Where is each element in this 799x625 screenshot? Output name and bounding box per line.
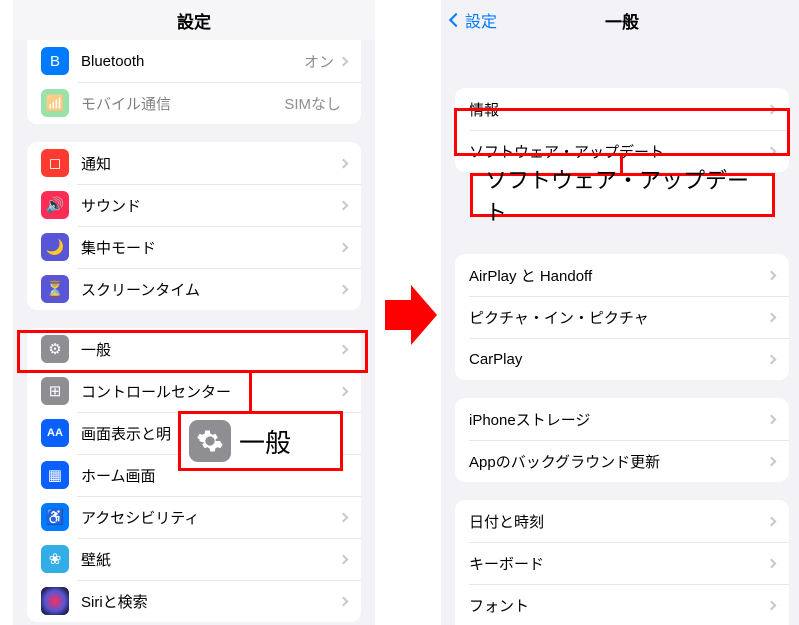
general-group-2: AirPlay と Handoff ピクチャ・イン・ピクチャ CarPlay	[455, 254, 789, 380]
row-label: アクセシビリティ	[81, 507, 340, 528]
general-icon: ⚙	[41, 335, 69, 363]
general-group-4: 日付と時刻 キーボード フォント 言語と地域	[455, 500, 789, 625]
chevron-right-icon	[767, 146, 777, 156]
settings-header: 設定	[13, 0, 375, 40]
row-screentime[interactable]: ⏳ スクリーンタイム	[27, 268, 361, 310]
chevron-right-icon	[339, 512, 349, 522]
display-icon: AA	[41, 419, 69, 447]
row-cellular[interactable]: 📶 モバイル通信 SIMなし	[27, 82, 361, 124]
row-label: 情報	[469, 99, 768, 120]
connector-line	[249, 373, 252, 413]
row-label: Bluetooth	[81, 53, 304, 70]
row-font[interactable]: フォント	[455, 584, 789, 625]
row-label: 集中モード	[81, 237, 340, 258]
row-siri[interactable]: Siriと検索	[27, 580, 361, 622]
chevron-right-icon	[339, 554, 349, 564]
chevron-right-icon	[339, 200, 349, 210]
chevron-right-icon	[339, 56, 349, 66]
row-about[interactable]: 情報	[455, 88, 789, 130]
notifications-icon: ◻	[41, 149, 69, 177]
callout-swupdate: ソフトウェア・アップデート	[470, 173, 775, 217]
chevron-right-icon	[767, 354, 777, 364]
row-datetime[interactable]: 日付と時刻	[455, 500, 789, 542]
row-sound[interactable]: 🔊 サウンド	[27, 184, 361, 226]
row-general[interactable]: ⚙ 一般	[27, 328, 361, 370]
wallpaper-icon: ❀	[41, 545, 69, 573]
chevron-right-icon	[767, 558, 777, 568]
row-carplay[interactable]: CarPlay	[455, 338, 789, 380]
back-button[interactable]: 設定	[451, 8, 497, 32]
row-label: Siriと検索	[81, 591, 340, 612]
row-storage[interactable]: iPhoneストレージ	[455, 398, 789, 440]
row-label: 一般	[81, 339, 340, 360]
row-label: サウンド	[81, 195, 340, 216]
chevron-right-icon	[767, 414, 777, 424]
row-keyboard[interactable]: キーボード	[455, 542, 789, 584]
chevron-right-icon	[767, 312, 777, 322]
general-screen: 設定 一般 情報 ソフトウェア・アップデート AirPlay と Handoff…	[441, 0, 799, 625]
siri-icon	[41, 587, 69, 615]
general-group-3: iPhoneストレージ Appのバックグラウンド更新	[455, 398, 789, 482]
home-icon: ▦	[41, 461, 69, 489]
row-label: ソフトウェア・アップデート	[469, 141, 768, 162]
callout-label: 一般	[239, 423, 291, 460]
row-label: スクリーンタイム	[81, 279, 340, 300]
chevron-right-icon	[767, 270, 777, 280]
chevron-right-icon	[767, 600, 777, 610]
row-label: iPhoneストレージ	[469, 409, 768, 430]
row-label: Appのバックグラウンド更新	[469, 451, 768, 472]
row-label: 通知	[81, 153, 340, 174]
row-label: 壁紙	[81, 549, 340, 570]
row-label: AirPlay と Handoff	[469, 265, 768, 286]
accessibility-icon: ♿	[41, 503, 69, 531]
settings-title: 設定	[177, 8, 211, 33]
chevron-right-icon	[339, 284, 349, 294]
chevron-right-icon	[339, 344, 349, 354]
general-title: 一般	[605, 8, 639, 33]
row-label: コントロールセンター	[81, 381, 340, 402]
row-airplay[interactable]: AirPlay と Handoff	[455, 254, 789, 296]
row-bg-refresh[interactable]: Appのバックグラウンド更新	[455, 440, 789, 482]
chevron-right-icon	[339, 242, 349, 252]
row-notifications[interactable]: ◻ 通知	[27, 142, 361, 184]
settings-group-3: ⚙ 一般 ⊞ コントロールセンター AA 画面表示と明 ▦ ホーム画面 ♿ アク…	[27, 328, 361, 622]
chevron-left-icon	[449, 13, 463, 27]
row-value: オン	[304, 51, 334, 72]
control-center-icon: ⊞	[41, 377, 69, 405]
row-label: 日付と時刻	[469, 511, 768, 532]
general-icon	[189, 420, 231, 462]
arrow-right-icon	[385, 280, 437, 350]
chevron-right-icon	[339, 158, 349, 168]
settings-group-1: B Bluetooth オン 📶 モバイル通信 SIMなし	[27, 40, 361, 124]
gear-icon	[196, 427, 224, 455]
chevron-right-icon	[339, 596, 349, 606]
row-wallpaper[interactable]: ❀ 壁紙	[27, 538, 361, 580]
row-label: ピクチャ・イン・ピクチャ	[469, 307, 768, 328]
row-label: モバイル通信	[81, 93, 284, 114]
row-control-center[interactable]: ⊞ コントロールセンター	[27, 370, 361, 412]
settings-group-2: ◻ 通知 🔊 サウンド 🌙 集中モード ⏳ スクリーンタイム	[27, 142, 361, 310]
chevron-right-icon	[767, 516, 777, 526]
row-bluetooth[interactable]: B Bluetooth オン	[27, 40, 361, 82]
chevron-right-icon	[767, 104, 777, 114]
row-value: SIMなし	[284, 93, 341, 114]
cellular-icon: 📶	[41, 89, 69, 117]
focus-icon: 🌙	[41, 233, 69, 261]
chevron-right-icon	[767, 456, 777, 466]
row-focus[interactable]: 🌙 集中モード	[27, 226, 361, 268]
row-label: キーボード	[469, 553, 768, 574]
row-label: フォント	[469, 595, 768, 616]
callout-general: 一般	[178, 411, 343, 471]
callout-label: ソフトウェア・アップデート	[485, 163, 760, 227]
row-accessibility[interactable]: ♿ アクセシビリティ	[27, 496, 361, 538]
back-label: 設定	[465, 8, 497, 32]
general-header: 設定 一般	[441, 0, 799, 40]
screentime-icon: ⏳	[41, 275, 69, 303]
chevron-right-icon	[339, 386, 349, 396]
settings-screen: 設定 B Bluetooth オン 📶 モバイル通信 SIMなし ◻ 通知 🔊 …	[13, 0, 375, 625]
row-pip[interactable]: ピクチャ・イン・ピクチャ	[455, 296, 789, 338]
bluetooth-icon: B	[41, 47, 69, 75]
sound-icon: 🔊	[41, 191, 69, 219]
row-label: CarPlay	[469, 351, 768, 368]
